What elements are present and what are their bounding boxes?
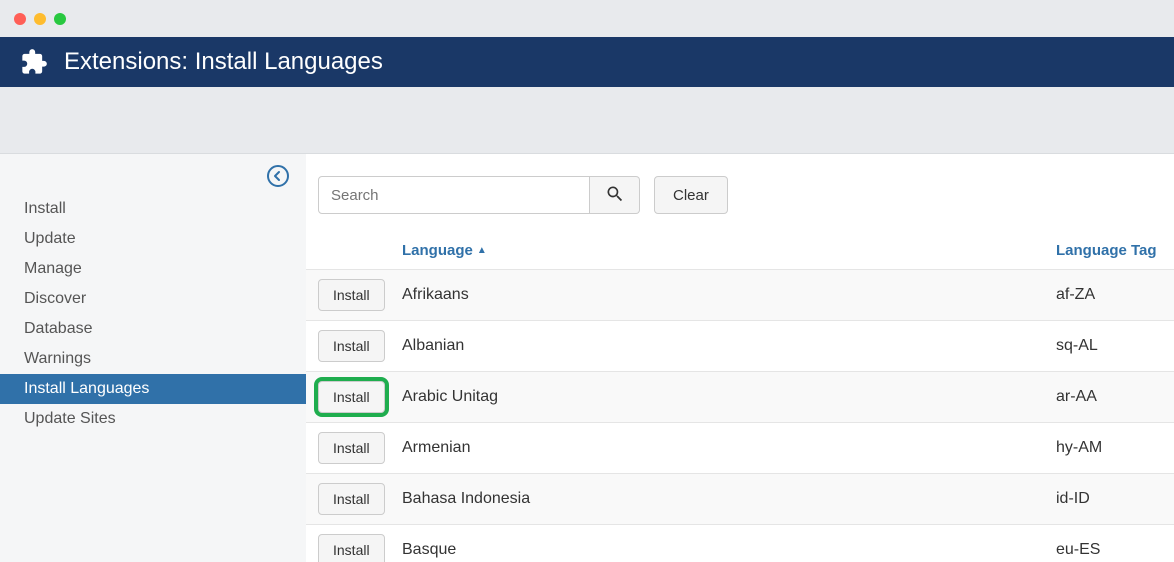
table-row: Install Albaniansq-AL [306,320,1174,371]
column-language-tag[interactable]: Language Tag [1056,242,1174,259]
sidebar-item-manage[interactable]: Manage [0,254,306,284]
clear-button[interactable]: Clear [654,176,728,214]
language-name: Albanian [402,337,1056,355]
search-button[interactable] [590,176,640,214]
table-row: Install Basqueeu-ES [306,524,1174,562]
toolbar-area [0,87,1174,153]
sidebar-item-warnings[interactable]: Warnings [0,344,306,374]
language-name: Armenian [402,439,1056,457]
install-button[interactable]: Install [318,381,385,413]
language-tag: ar-AA [1056,388,1174,406]
page-title: Extensions: Install Languages [64,48,383,76]
page-header: Extensions: Install Languages [0,37,1174,87]
language-name: Bahasa Indonesia [402,490,1056,508]
install-button[interactable]: Install [318,432,385,464]
window-min-dot[interactable] [34,13,46,25]
column-install [306,242,402,259]
table-row: Install Bahasa Indonesiaid-ID [306,473,1174,524]
language-name: Basque [402,541,1056,559]
install-button[interactable]: Install [318,279,385,311]
table-row: Install Armenianhy-AM [306,422,1174,473]
language-name: Arabic Unitag [402,388,1056,406]
sidebar-item-update[interactable]: Update [0,224,306,254]
search-input[interactable] [318,176,590,214]
window-max-dot[interactable] [54,13,66,25]
sidebar-item-database[interactable]: Database [0,314,306,344]
window-close-dot[interactable] [14,13,26,25]
sort-asc-icon: ▲ [477,245,487,256]
sidebar-item-install[interactable]: Install [0,194,306,224]
puzzle-icon [20,48,48,76]
install-button[interactable]: Install [318,483,385,515]
language-tag: eu-ES [1056,541,1174,559]
table-row: Install Afrikaansaf-ZA [306,269,1174,320]
sidebar: InstallUpdateManageDiscoverDatabaseWarni… [0,153,306,562]
column-language-label: Language [402,242,473,259]
collapse-sidebar-icon[interactable] [266,164,290,188]
language-tag: af-ZA [1056,286,1174,304]
search-icon [605,184,625,207]
sidebar-item-discover[interactable]: Discover [0,284,306,314]
table-row: Install Arabic Unitagar-AA [306,371,1174,422]
column-language[interactable]: Language ▲ [402,242,1056,259]
install-button[interactable]: Install [318,534,385,562]
window-titlebar [0,0,1174,37]
sidebar-item-install-languages[interactable]: Install Languages [0,374,306,404]
install-button[interactable]: Install [318,330,385,362]
main-panel: Clear Language ▲ Language Tag Install Afr… [306,153,1174,562]
language-tag: hy-AM [1056,439,1174,457]
language-name: Afrikaans [402,286,1056,304]
language-tag: sq-AL [1056,337,1174,355]
language-tag: id-ID [1056,490,1174,508]
sidebar-item-update-sites[interactable]: Update Sites [0,404,306,434]
